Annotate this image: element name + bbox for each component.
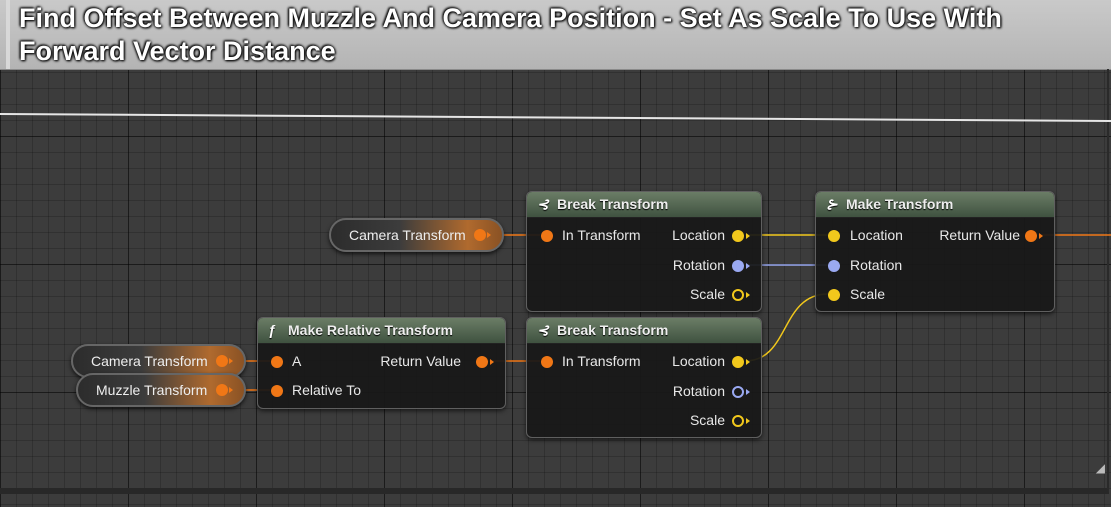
pin-arrow-icon (229, 387, 233, 393)
pin-arrow-icon (746, 359, 750, 365)
pin-label: Rotation (672, 383, 725, 399)
pin-arrow-icon (746, 263, 750, 269)
comment-divider-line (0, 113, 1111, 122)
pin-label: In Transform (562, 353, 641, 369)
pin-label: Return Value (380, 353, 461, 369)
node-title: Break Transform (557, 322, 669, 338)
scale-pin[interactable] (732, 289, 744, 301)
node-title: Make Relative Transform (288, 322, 453, 338)
node-header[interactable]: ⊰ Break Transform (527, 318, 761, 344)
break-struct-icon: ⊰ (537, 322, 549, 338)
pin-label: Scale (850, 286, 886, 302)
location-pin[interactable] (732, 356, 744, 368)
output-pin[interactable] (474, 229, 486, 241)
pin-arrow-icon (746, 389, 750, 395)
muzzle-transform-variable[interactable]: Muzzle Transform (76, 373, 246, 407)
pin-arrow-icon (746, 418, 750, 424)
make-relative-transform-node[interactable]: ƒ Make Relative Transform A Return Value … (257, 317, 506, 409)
pin-label: Scale (689, 286, 725, 302)
in-transform-pin[interactable] (541, 356, 553, 368)
pin-arrow-icon (1039, 233, 1043, 239)
pin-label: Rotation (850, 257, 903, 273)
pin-arrow-icon (490, 359, 494, 365)
pin-label: Return Value (939, 227, 1020, 243)
relative-to-input-pin[interactable] (271, 385, 283, 397)
node-header[interactable]: ƒ Make Relative Transform (258, 318, 505, 344)
return-value-pin[interactable] (476, 356, 488, 368)
pin-arrow-icon (746, 292, 750, 298)
pin-arrow-icon (487, 232, 491, 238)
return-value-pin[interactable] (1025, 230, 1037, 242)
scale-input-pin[interactable] (828, 289, 840, 301)
pin-label: In Transform (562, 227, 641, 243)
pin-label: Location (672, 227, 725, 243)
rotation-pin[interactable] (732, 386, 744, 398)
node-header[interactable]: ⊱ Make Transform (816, 192, 1054, 218)
variable-label: Camera Transform (91, 353, 208, 369)
pin-label: Rotation (672, 257, 725, 273)
in-transform-pin[interactable] (541, 230, 553, 242)
a-input-pin[interactable] (271, 356, 283, 368)
pin-label: A (292, 353, 302, 369)
camera-transform-variable-top[interactable]: Camera Transform (329, 218, 504, 252)
rotation-input-pin[interactable] (828, 260, 840, 272)
pin-label: Scale (689, 412, 725, 428)
rotation-pin[interactable] (732, 260, 744, 272)
make-transform-node[interactable]: ⊱ Make Transform Location Return Value Ro… (815, 191, 1055, 312)
pin-label: Location (672, 353, 725, 369)
variable-label: Camera Transform (349, 227, 466, 243)
make-struct-icon: ⊱ (826, 196, 838, 212)
scale-pin[interactable] (732, 415, 744, 427)
break-transform-node-bottom[interactable]: ⊰ Break Transform In Transform Location R… (526, 317, 762, 438)
break-struct-icon: ⊰ (537, 196, 549, 212)
pin-arrow-icon (229, 358, 233, 364)
pin-arrow-icon (746, 233, 750, 239)
output-pin[interactable] (216, 384, 228, 396)
node-title: Make Transform (846, 196, 954, 212)
location-pin[interactable] (732, 230, 744, 242)
node-header[interactable]: ⊰ Break Transform (527, 192, 761, 218)
pin-label: Relative To (292, 382, 362, 398)
function-icon: ƒ (268, 322, 276, 338)
location-input-pin[interactable] (828, 230, 840, 242)
node-title: Break Transform (557, 196, 669, 212)
pin-label: Location (850, 227, 903, 243)
output-pin[interactable] (216, 355, 228, 367)
break-transform-node-top[interactable]: ⊰ Break Transform In Transform Location R… (526, 191, 762, 312)
variable-label: Muzzle Transform (96, 382, 208, 398)
